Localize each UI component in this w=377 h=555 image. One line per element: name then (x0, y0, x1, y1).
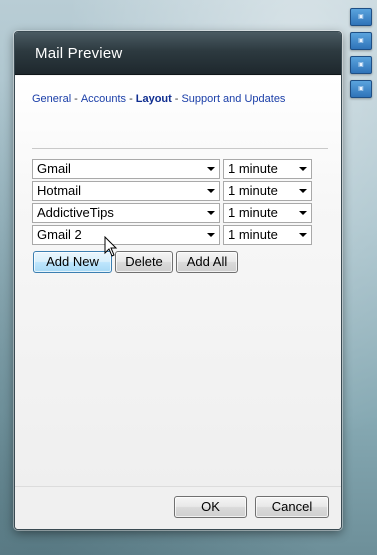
interval-select[interactable]: 1 minute (223, 225, 312, 245)
interval-select[interactable]: 1 minute (223, 159, 312, 179)
nav-link-general[interactable]: General (32, 93, 71, 105)
account-name: Hotmail (37, 183, 82, 198)
ok-button[interactable]: OK (174, 496, 247, 518)
dropdown-arrow-icon (299, 211, 307, 215)
dialog-footer: OK Cancel (15, 486, 341, 529)
account-name: AddictiveTips (37, 205, 114, 220)
settings-nav: General - Accounts - Layout - Support and Upda… (32, 93, 332, 105)
desktop-gadget-stack: ▣ ▣ ▣ ▣ (350, 8, 372, 104)
dropdown-arrow-icon (207, 167, 215, 171)
gadget-icon[interactable]: ▣ (350, 8, 372, 26)
mail-preview-settings-window: Mail Preview General - Accounts - Layout - Sup… (14, 31, 342, 530)
account-name: Gmail 2 (37, 227, 82, 242)
add-new-button[interactable]: Add New (33, 251, 112, 273)
dropdown-arrow-icon (207, 211, 215, 215)
interval-value: 1 minute (228, 183, 278, 198)
gadget-icon[interactable]: ▣ (350, 56, 372, 74)
interval-value: 1 minute (228, 227, 278, 242)
nav-separator: - (74, 93, 78, 105)
interval-value: 1 minute (228, 205, 278, 220)
nav-separator: - (129, 93, 133, 105)
delete-button[interactable]: Delete (115, 251, 173, 273)
settings-content: General - Accounts - Layout - Support and Upda… (15, 76, 341, 486)
gadget-icon[interactable]: ▣ (350, 32, 372, 50)
dropdown-arrow-icon (299, 167, 307, 171)
nav-link-support-updates[interactable]: Support and Updates (181, 93, 285, 105)
add-all-button[interactable]: Add All (176, 251, 238, 273)
gadget-icon[interactable]: ▣ (350, 80, 372, 98)
interval-select[interactable]: 1 minute (223, 181, 312, 201)
nav-link-layout[interactable]: Layout (136, 93, 172, 105)
title-bar[interactable]: Mail Preview (15, 32, 341, 75)
interval-select[interactable]: 1 minute (223, 203, 312, 223)
account-select[interactable]: Gmail 2 (32, 225, 220, 245)
mouse-cursor-icon (104, 236, 118, 257)
window-title: Mail Preview (35, 45, 123, 62)
dropdown-arrow-icon (299, 189, 307, 193)
account-name: Gmail (37, 161, 71, 176)
nav-separator: - (174, 93, 179, 105)
dropdown-arrow-icon (207, 233, 215, 237)
cancel-button[interactable]: Cancel (255, 496, 329, 518)
account-select[interactable]: AddictiveTips (32, 203, 220, 223)
dropdown-arrow-icon (207, 189, 215, 193)
divider (32, 148, 328, 149)
nav-link-accounts[interactable]: Accounts (81, 93, 126, 105)
dropdown-arrow-icon (299, 233, 307, 237)
account-select[interactable]: Gmail (32, 159, 220, 179)
account-select[interactable]: Hotmail (32, 181, 220, 201)
interval-value: 1 minute (228, 161, 278, 176)
